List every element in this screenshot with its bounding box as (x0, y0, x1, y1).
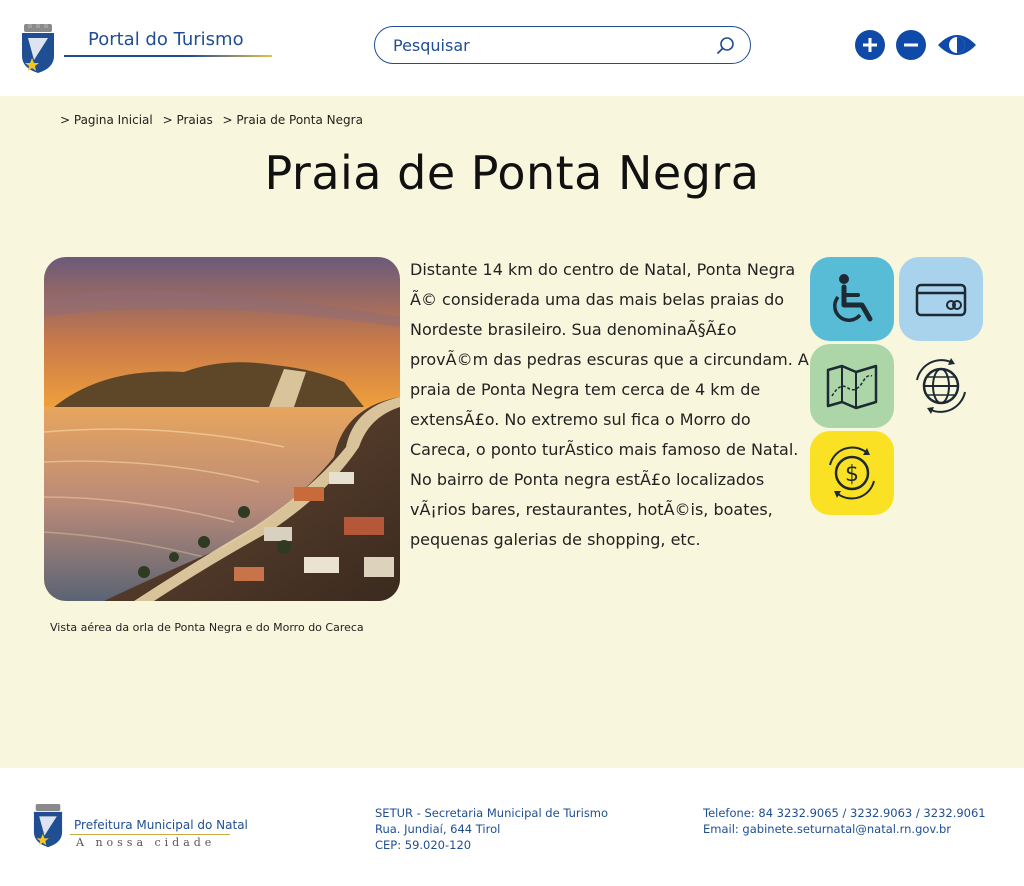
title-underline (64, 55, 272, 57)
search-box[interactable] (374, 26, 751, 64)
search-icon[interactable] (716, 36, 736, 56)
contrast-eye-button[interactable] (937, 31, 977, 59)
accessibility-tile[interactable] (810, 257, 894, 341)
beach-description: Distante 14 km do centro de Natal, Ponta… (410, 260, 809, 549)
beach-photo-illustration (44, 257, 400, 601)
portal-title[interactable]: Portal do Turismo (88, 29, 244, 50)
map-icon (826, 364, 878, 410)
money-icon: $ (829, 446, 875, 500)
city-crest-logo[interactable] (20, 24, 56, 74)
money-tile[interactable]: $ (810, 431, 894, 515)
breadcrumb: > Pagina Inicial > Praias > Praia de Pon… (60, 113, 369, 127)
footer-org-tagline: A nossa cidade (76, 836, 216, 849)
breadcrumb-current: > Praia de Ponta Negra (222, 113, 363, 127)
footer-contact: Telefone: 84 3232.9065 / 3232.9063 / 323… (703, 805, 986, 837)
footer-email[interactable]: Email: gabinete.seturnatal@natal.rn.gov.… (703, 821, 986, 837)
footer-phone: Telefone: 84 3232.9065 / 3232.9063 / 323… (703, 806, 986, 820)
map-tile[interactable] (810, 344, 894, 428)
minus-icon (904, 43, 918, 47)
footer-address: SETUR - Secretaria Municipal de Turismo … (375, 805, 608, 853)
breadcrumb-praias[interactable]: > Praias (163, 113, 213, 127)
footer-org-name: Prefeitura Municipal do Natal (74, 818, 248, 832)
breadcrumb-home[interactable]: > Pagina Inicial (60, 113, 153, 127)
credit-card-icon (915, 283, 967, 317)
plus-icon (863, 38, 877, 52)
footer-divider (70, 834, 230, 835)
decrease-font-button[interactable] (896, 30, 926, 60)
increase-font-button[interactable] (855, 30, 885, 60)
photo-caption: Vista aérea da orla de Ponta Negra e do … (50, 621, 364, 634)
footer-address-line: SETUR - Secretaria Municipal de Turismo (375, 806, 609, 820)
site-header: Portal do Turismo (0, 0, 1024, 96)
globe-tile[interactable] (899, 344, 983, 428)
city-crest-footer-logo (33, 804, 63, 848)
footer-address-line: Rua. Jundiaí, 644 Tirol (375, 822, 501, 836)
main-content: > Pagina Inicial > Praias > Praia de Pon… (0, 96, 1024, 768)
globe-icon (916, 358, 966, 414)
page-title: Praia de Ponta Negra (264, 146, 760, 200)
beach-photo (44, 257, 400, 601)
search-input[interactable] (393, 34, 693, 56)
accessibility-icon (833, 274, 873, 322)
footer-address-line: CEP: 59.020-120 (375, 838, 472, 852)
svg-text:$: $ (845, 462, 859, 487)
site-footer: Prefeitura Municipal do Natal A nossa ci… (0, 768, 1024, 886)
credit-card-tile[interactable] (899, 257, 983, 341)
